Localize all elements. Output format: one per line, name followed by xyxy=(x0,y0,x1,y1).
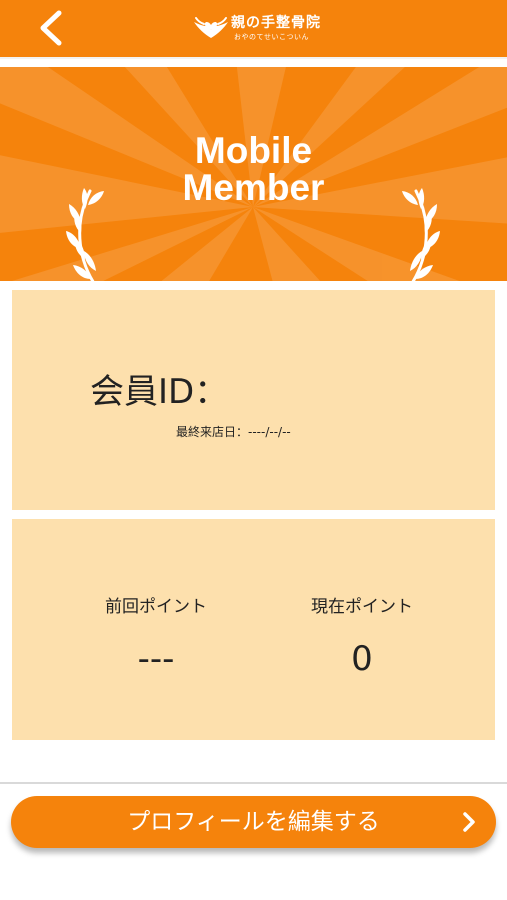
member-id-card: 会員ID： 最終来店日：----/--/-- xyxy=(12,290,495,510)
clinic-name: 親の手整骨院 xyxy=(231,15,321,31)
hands-heart-logo-icon xyxy=(194,17,228,38)
current-points-value: 0 xyxy=(351,639,373,679)
last-visit-value: ----/--/-- xyxy=(248,425,291,439)
last-visit-row: 最終来店日：----/--/-- xyxy=(176,423,291,440)
points-card: 前回ポイント --- 現在ポイント 0 xyxy=(12,519,495,740)
chevron-right-icon xyxy=(463,812,475,832)
divider xyxy=(0,782,507,784)
app-header: 親の手整骨院 おやのてせいこついん xyxy=(0,0,507,59)
clinic-name-reading: おやのてせいこついん xyxy=(234,33,309,41)
previous-points: 前回ポイント --- xyxy=(66,592,246,679)
banner-title-line1: Mobile xyxy=(194,130,313,171)
edit-profile-button-label: プロフィールを編集する xyxy=(127,809,380,835)
previous-points-label: 前回ポイント xyxy=(105,597,207,617)
member-id-label: 会員ID： xyxy=(90,372,229,412)
back-button[interactable] xyxy=(30,6,74,50)
current-points-label: 現在ポイント xyxy=(311,597,413,617)
previous-points-value: --- xyxy=(137,639,175,679)
edit-profile-button[interactable]: プロフィールを編集する xyxy=(11,796,496,848)
member-page: 親の手整骨院 おやのてせいこついん Mobile Member 会員ID： 最終… xyxy=(0,0,507,900)
mobile-member-banner: Mobile Member xyxy=(0,67,507,281)
banner-title: Mobile Member xyxy=(0,132,507,206)
last-visit-label: 最終来店日： xyxy=(176,425,249,439)
chevron-left-icon xyxy=(40,10,62,46)
banner-title-line2: Member xyxy=(182,167,325,208)
current-points: 現在ポイント 0 xyxy=(272,592,452,679)
clinic-logo: 親の手整骨院 おやのてせいこついん xyxy=(192,8,332,46)
